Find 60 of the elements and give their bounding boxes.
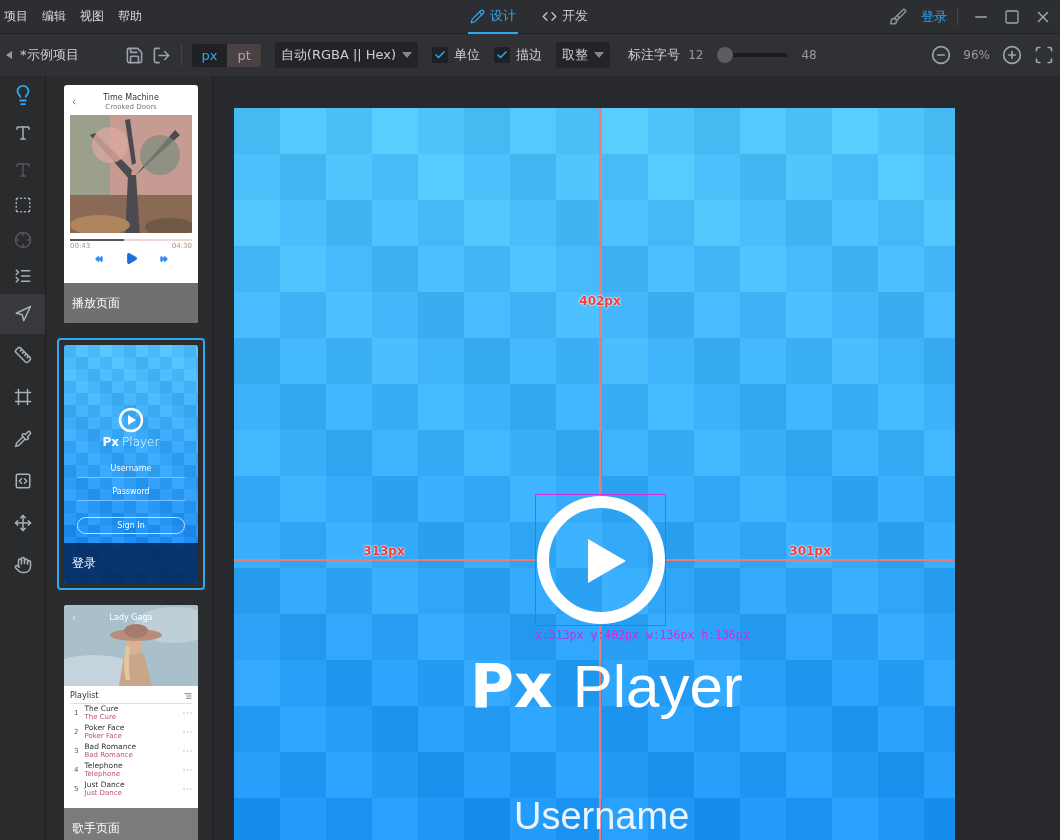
slider-min: 12 xyxy=(688,48,704,62)
check-icon xyxy=(434,49,447,61)
rounding-dropdown[interactable]: 取整 xyxy=(556,42,611,68)
menu-item[interactable]: 帮助 xyxy=(118,8,142,25)
fit-screen-icon[interactable] xyxy=(1034,45,1054,65)
export-icon[interactable] xyxy=(151,45,171,65)
menu-item[interactable]: 编辑 xyxy=(42,8,66,25)
collapse-icon[interactable] xyxy=(6,51,12,59)
forward-icon[interactable] xyxy=(159,254,168,263)
login-link[interactable]: 登录 xyxy=(921,7,958,26)
back-icon[interactable] xyxy=(70,98,78,106)
move-icon[interactable] xyxy=(13,514,32,532)
page-label: 歌手页面 xyxy=(72,820,120,837)
rewind-icon[interactable] xyxy=(94,254,103,263)
play-icon[interactable] xyxy=(124,252,138,266)
checkbox-label: 描边 xyxy=(516,46,543,64)
song-title: Time Machine xyxy=(102,93,160,103)
checkbox[interactable] xyxy=(494,47,511,63)
page-label: 播放页面 xyxy=(72,294,120,312)
slider-max: 48 xyxy=(801,48,817,62)
logo-text: Player xyxy=(122,435,160,450)
distance-label: 313px xyxy=(363,544,405,558)
hand-icon[interactable] xyxy=(13,556,32,574)
play-circle-icon xyxy=(536,495,666,625)
selection-box[interactable] xyxy=(535,494,666,626)
zoom-in-icon[interactable] xyxy=(1002,45,1022,65)
zoom-level: 96% xyxy=(963,48,990,62)
maximize-icon[interactable] xyxy=(1004,8,1020,25)
check-icon xyxy=(496,49,509,61)
logo-text: Px xyxy=(470,656,553,716)
menu-item[interactable]: 视图 xyxy=(80,8,104,25)
label-size-label: 标注字号 xyxy=(628,46,681,64)
distance-label: 301px xyxy=(789,544,831,558)
selection-tool-icon[interactable] xyxy=(13,196,32,214)
checkbox-label: 单位 xyxy=(454,46,481,64)
color-format-dropdown[interactable]: 自动(RGBA || Hex) xyxy=(274,42,419,68)
section-title: Playlist xyxy=(70,691,99,701)
text-box-icon[interactable] xyxy=(13,472,32,490)
logo-text: Px xyxy=(102,435,120,450)
project-name: *示例项目 xyxy=(20,46,79,64)
pipette-icon[interactable] xyxy=(13,430,32,448)
checkbox[interactable] xyxy=(432,47,449,63)
zoom-out-icon[interactable] xyxy=(931,45,952,65)
mode-tab[interactable]: 开发 xyxy=(540,0,590,34)
unit-toggle[interactable]: px xyxy=(191,43,228,67)
frame-icon[interactable] xyxy=(13,388,32,406)
pointer-icon[interactable] xyxy=(13,305,32,323)
page-label: 登录 xyxy=(72,554,96,572)
artist-name: Lady Gaga xyxy=(108,613,154,623)
play-circle-icon xyxy=(118,407,144,433)
brush-icon[interactable] xyxy=(889,7,907,26)
menu-icon[interactable] xyxy=(184,691,192,700)
menu-item[interactable]: 项目 xyxy=(4,8,28,25)
slider-thumb[interactable] xyxy=(717,47,734,63)
list-icon[interactable] xyxy=(13,267,32,285)
page-thumbnail[interactable]: Px Player Username Password Sign In 登录 xyxy=(57,338,205,590)
save-icon[interactable] xyxy=(124,45,144,65)
ruler-icon[interactable] xyxy=(13,346,32,364)
unit-toggle[interactable]: pt xyxy=(227,43,261,67)
pencil-icon xyxy=(470,8,485,24)
